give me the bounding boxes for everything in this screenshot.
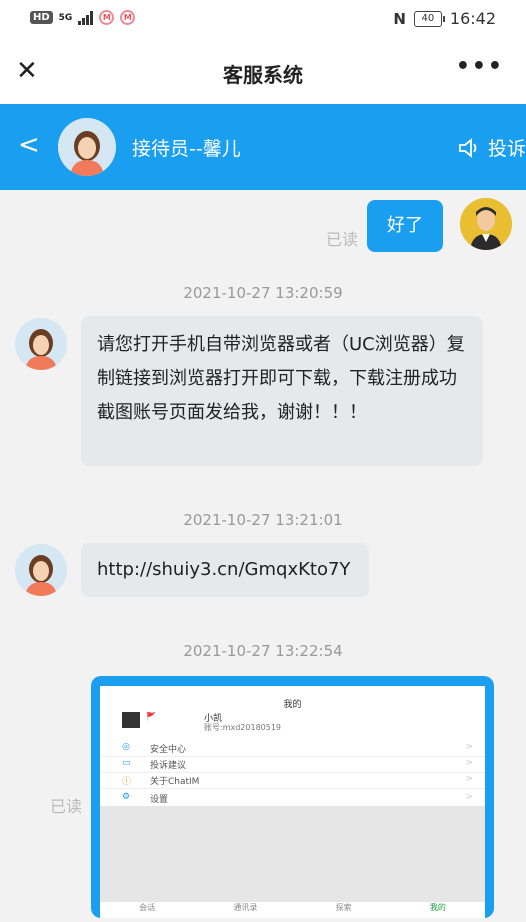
mini-menu-item: ▭ 投诉建议 >	[100, 758, 485, 773]
battery-icon: 40	[413, 10, 445, 27]
mini-menu-item: ⚙ 设置 >	[100, 792, 485, 807]
title-bar: ✕ 客服系统 •••	[0, 38, 526, 104]
agent-message-bubble[interactable]: 请您打开手机自带浏览器或者（UC浏览器）复制链接到浏览器打开即可下载，下载注册成…	[81, 316, 483, 466]
mini-empty-area	[100, 806, 485, 902]
signal-icon	[78, 10, 94, 25]
agent-header: < 接待员--馨儿 投诉	[0, 104, 526, 190]
app-notification-icon: M	[99, 10, 115, 25]
timestamp: 2021-10-27 13:21:01	[183, 511, 343, 529]
clock: 16:42	[449, 9, 496, 28]
read-receipt: 已读	[326, 230, 359, 249]
app-screenshot-image: 我的 🚩 小凯 账号:mxd20180519 ◎ 安全中心 > ▭ 投诉建议 > ⓘ 关于…	[100, 686, 485, 918]
image-message[interactable]: 我的 🚩 小凯 账号:mxd20180519 ◎ 安全中心 > ▭ 投诉建议 > ⓘ 关于…	[91, 676, 494, 918]
more-options-icon[interactable]: •••	[456, 54, 504, 79]
user-avatar	[460, 198, 512, 250]
timestamp: 2021-10-27 13:22:54	[183, 642, 343, 660]
network-label: 5G	[58, 12, 73, 23]
link-message-bubble[interactable]: http://shuiy3.cn/GmqxKto7Y	[81, 543, 369, 597]
mini-tab-bar: 会话 通讯录 探索 我的	[139, 903, 446, 912]
speaker-icon	[459, 137, 477, 158]
mini-status-bar	[100, 686, 485, 696]
agent-name: 接待员--馨儿	[132, 138, 241, 160]
back-chevron-icon[interactable]: <	[18, 130, 40, 160]
mini-flag-icon: 🚩	[146, 712, 156, 721]
mini-page-title: 我的	[283, 700, 302, 710]
status-bar: HD 5G M M N 40 16:42	[0, 0, 526, 38]
nfc-icon: N	[393, 9, 406, 28]
hd-badge: HD	[30, 11, 53, 24]
user-message-bubble[interactable]: 好了	[367, 200, 443, 252]
complain-label: 投诉	[487, 138, 526, 160]
agent-avatar	[58, 118, 116, 176]
timestamp: 2021-10-27 13:20:59	[183, 284, 343, 302]
complain-button[interactable]: 投诉	[458, 134, 526, 161]
agent-avatar	[15, 318, 67, 370]
read-receipt: 已读	[50, 797, 83, 816]
mini-menu-item: ◎ 安全中心 >	[100, 742, 485, 757]
mini-avatar	[122, 712, 140, 728]
mini-account: 账号:mxd20180519	[204, 723, 282, 732]
mini-menu-item: ⓘ 关于ChatIM >	[100, 774, 485, 789]
agent-avatar	[15, 544, 67, 596]
page-title: 客服系统	[223, 63, 303, 87]
app-notification-icon: M	[120, 10, 136, 25]
